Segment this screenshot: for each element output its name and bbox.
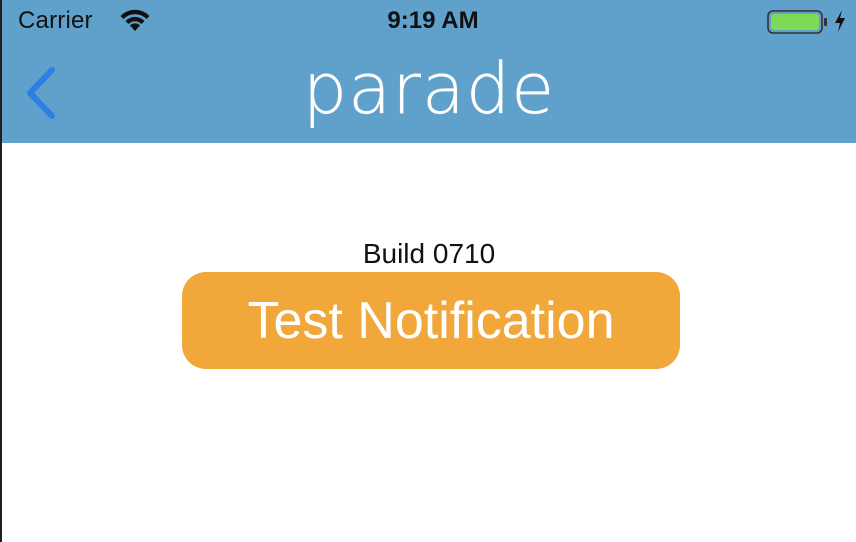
build-label: Build 0710 bbox=[362, 238, 496, 269]
nav-bar: parade bbox=[2, 42, 856, 143]
app-logo: parade bbox=[302, 48, 556, 130]
status-bar: Carrier 9:19 AM bbox=[2, 0, 856, 42]
app-screen: Carrier 9:19 AM parade Build 0710 Test N… bbox=[0, 0, 856, 542]
test-notification-button[interactable]: Test Notification bbox=[182, 272, 680, 369]
status-time: 9:19 AM bbox=[387, 7, 479, 34]
charging-bolt-icon bbox=[835, 10, 845, 32]
battery-icon bbox=[767, 10, 827, 34]
header: Carrier 9:19 AM parade bbox=[2, 0, 856, 143]
